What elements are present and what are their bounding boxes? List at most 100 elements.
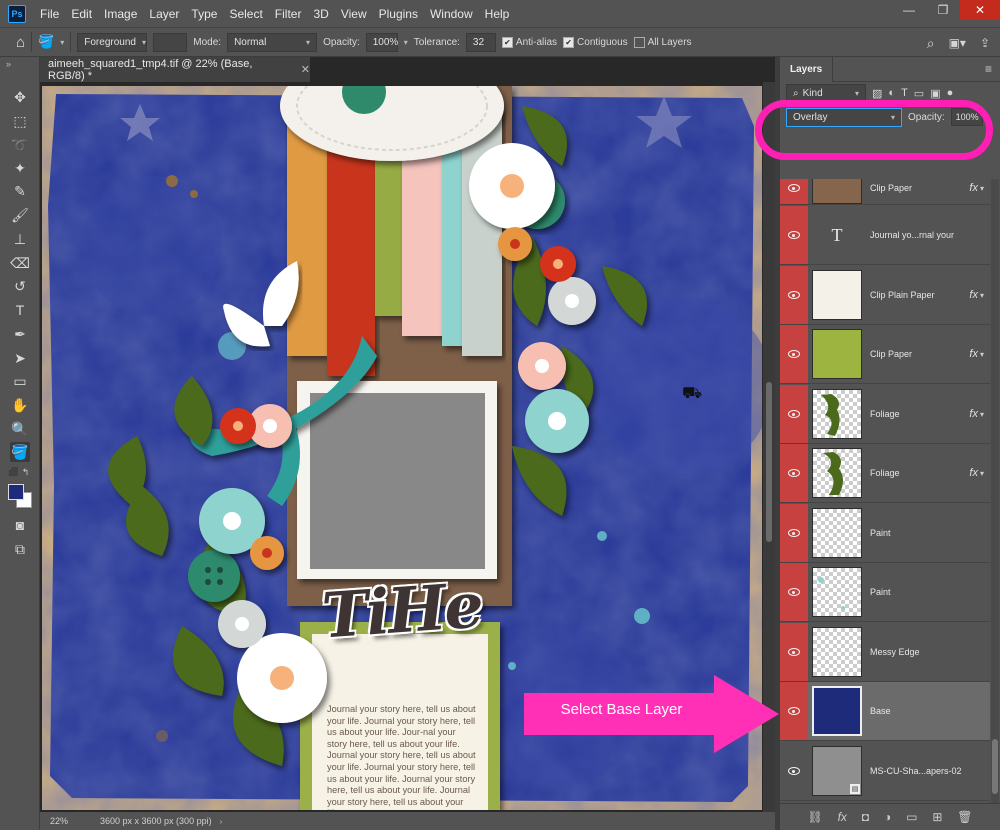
marquee-tool-icon[interactable]: ⬚ bbox=[10, 111, 30, 131]
zoom-level[interactable]: 22% bbox=[40, 816, 80, 826]
menu-filter[interactable]: Filter bbox=[269, 7, 308, 21]
minimize-button[interactable]: — bbox=[892, 0, 926, 20]
visibility-toggle[interactable] bbox=[780, 682, 808, 740]
search-icon[interactable]: ⌕ bbox=[927, 35, 935, 52]
opacity-field[interactable]: 100% bbox=[365, 32, 398, 52]
collapse-icon[interactable]: » bbox=[6, 59, 11, 69]
scrollbar-thumb[interactable] bbox=[992, 739, 998, 794]
close-icon[interactable]: ✕ bbox=[301, 63, 310, 76]
paint-bucket-icon[interactable]: 🪣 bbox=[38, 34, 54, 50]
mask-icon[interactable]: ◘ bbox=[862, 810, 869, 824]
close-button[interactable]: ✕ bbox=[960, 0, 1000, 20]
adjustment-layer-icon[interactable]: ◑ bbox=[884, 810, 891, 824]
visibility-toggle[interactable] bbox=[780, 504, 808, 562]
menu-file[interactable]: File bbox=[34, 7, 65, 21]
contiguous-checkbox[interactable]: ✔ Contiguous bbox=[563, 36, 628, 48]
rectangle-tool-icon[interactable]: ▭ bbox=[10, 371, 30, 391]
fx-icon[interactable]: fx bbox=[969, 289, 978, 301]
type-tool-icon[interactable]: T bbox=[10, 300, 30, 320]
menu-3d[interactable]: 3D bbox=[307, 7, 334, 21]
visibility-toggle[interactable] bbox=[780, 179, 808, 204]
screen-mode-icon[interactable]: ⧉ bbox=[10, 539, 30, 559]
fx-icon[interactable]: fx bbox=[838, 810, 847, 824]
chevron-right-icon[interactable]: › bbox=[220, 817, 223, 826]
menu-view[interactable]: View bbox=[335, 7, 373, 21]
pixel-filter-icon[interactable]: ▨ bbox=[872, 87, 882, 100]
path-select-tool-icon[interactable]: ➤ bbox=[10, 348, 30, 368]
layer-row[interactable]: Messy Edge bbox=[780, 623, 990, 682]
panel-menu-icon[interactable]: ≡ bbox=[985, 62, 992, 76]
hand-tool-icon[interactable]: ✋ bbox=[10, 395, 30, 415]
fx-icon[interactable]: fx bbox=[969, 182, 978, 194]
layer-row[interactable]: Clip Plain Paper fx ▾ bbox=[780, 266, 990, 325]
menu-plugins[interactable]: Plugins bbox=[373, 7, 424, 21]
tolerance-field[interactable]: 32 bbox=[465, 32, 496, 52]
trash-icon[interactable]: 🗑 bbox=[957, 810, 972, 824]
move-tool-icon[interactable]: ✥ bbox=[10, 87, 30, 107]
visibility-toggle[interactable] bbox=[780, 563, 808, 621]
pen-tool-icon[interactable]: ✒ bbox=[10, 324, 30, 344]
layer-row[interactable]: Paint bbox=[780, 504, 990, 563]
chevron-down-icon[interactable]: ▾ bbox=[980, 291, 984, 300]
layer-row[interactable]: ▤ MS-CU-Sha...apers-02 bbox=[780, 742, 990, 801]
visibility-toggle[interactable] bbox=[780, 623, 808, 681]
layer-row[interactable]: Clip Paper fx ▾ bbox=[780, 179, 990, 205]
visibility-toggle[interactable] bbox=[780, 742, 808, 800]
smart-object-filter-icon[interactable]: ▣ bbox=[930, 87, 940, 100]
share-icon[interactable]: ⇪ bbox=[980, 36, 990, 50]
fx-icon[interactable]: fx bbox=[969, 467, 978, 479]
paint-bucket-tool-icon[interactable]: 🪣 bbox=[10, 442, 30, 462]
scrollbar-thumb[interactable] bbox=[766, 382, 772, 542]
layer-row[interactable]: Clip Paper fx ▾ bbox=[780, 325, 990, 384]
chevron-down-icon[interactable]: ▾ bbox=[404, 38, 408, 47]
layers-scrollbar[interactable] bbox=[991, 179, 999, 803]
type-filter-icon[interactable]: T bbox=[901, 87, 908, 99]
layer-row[interactable]: Foliage fx ▾ bbox=[780, 444, 990, 503]
anti-alias-checkbox[interactable]: ✔ Anti-alias bbox=[501, 36, 557, 48]
home-icon[interactable]: ⌂ bbox=[16, 34, 25, 51]
layer-row[interactable]: Foliage fx ▾ bbox=[780, 385, 990, 444]
visibility-toggle[interactable] bbox=[780, 444, 808, 502]
eraser-tool-icon[interactable]: ⌫ bbox=[10, 253, 30, 273]
chevron-down-icon[interactable]: ▾ bbox=[60, 38, 64, 47]
menu-window[interactable]: Window bbox=[424, 7, 479, 21]
chevron-down-icon[interactable]: ▾ bbox=[980, 469, 984, 478]
menu-edit[interactable]: Edit bbox=[65, 7, 98, 21]
history-brush-tool-icon[interactable]: ↺ bbox=[10, 276, 30, 296]
menu-image[interactable]: Image bbox=[98, 7, 143, 21]
layer-row[interactable]: Paint bbox=[780, 563, 990, 622]
workspace-icon[interactable]: ▣▾ bbox=[949, 36, 966, 50]
filter-toggle-icon[interactable]: ● bbox=[947, 87, 954, 99]
menu-help[interactable]: Help bbox=[479, 7, 516, 21]
visibility-toggle[interactable] bbox=[780, 385, 808, 443]
eyedropper-tool-icon[interactable]: ✎ bbox=[10, 181, 30, 201]
menu-select[interactable]: Select bbox=[223, 7, 268, 21]
lasso-tool-icon[interactable]: ➰ bbox=[10, 135, 30, 155]
new-layer-icon[interactable]: ⊞ bbox=[932, 810, 942, 824]
foreground-color-swatch[interactable] bbox=[8, 484, 24, 500]
shape-filter-icon[interactable]: ▭ bbox=[914, 87, 924, 100]
layer-row-selected[interactable]: Base bbox=[780, 682, 990, 741]
pattern-picker[interactable] bbox=[153, 32, 188, 52]
chevron-down-icon[interactable]: ▾ bbox=[980, 410, 984, 419]
menu-type[interactable]: Type bbox=[185, 7, 223, 21]
swap-colors-icon[interactable]: ⬛ ↰ bbox=[8, 467, 29, 478]
all-layers-checkbox[interactable]: All Layers bbox=[633, 36, 692, 48]
document-tab[interactable]: aimeeh_squared1_tmp4.tif @ 22% (Base, RG… bbox=[40, 57, 310, 82]
layer-row[interactable]: T Journal yo...rnal your bbox=[780, 206, 990, 265]
quick-mask-icon[interactable]: ◙ bbox=[10, 515, 30, 535]
fill-source-dropdown[interactable]: Foreground ▾ bbox=[77, 32, 148, 52]
zoom-tool-icon[interactable]: 🔍 bbox=[10, 419, 30, 439]
visibility-toggle[interactable] bbox=[780, 325, 808, 383]
visibility-toggle[interactable] bbox=[780, 206, 808, 264]
fx-icon[interactable]: fx bbox=[969, 348, 978, 360]
restore-button[interactable]: ❐ bbox=[926, 0, 960, 20]
folder-icon[interactable]: ▭ bbox=[906, 810, 917, 824]
menu-layer[interactable]: Layer bbox=[143, 7, 185, 21]
stamp-tool-icon[interactable]: ⊥ bbox=[10, 229, 30, 249]
magic-wand-tool-icon[interactable]: ✦ bbox=[10, 158, 30, 178]
link-icon[interactable]: ⛓ bbox=[807, 810, 822, 824]
fx-icon[interactable]: fx bbox=[969, 408, 978, 420]
adjustment-filter-icon[interactable]: ◐ bbox=[888, 87, 895, 99]
visibility-toggle[interactable] bbox=[780, 266, 808, 324]
